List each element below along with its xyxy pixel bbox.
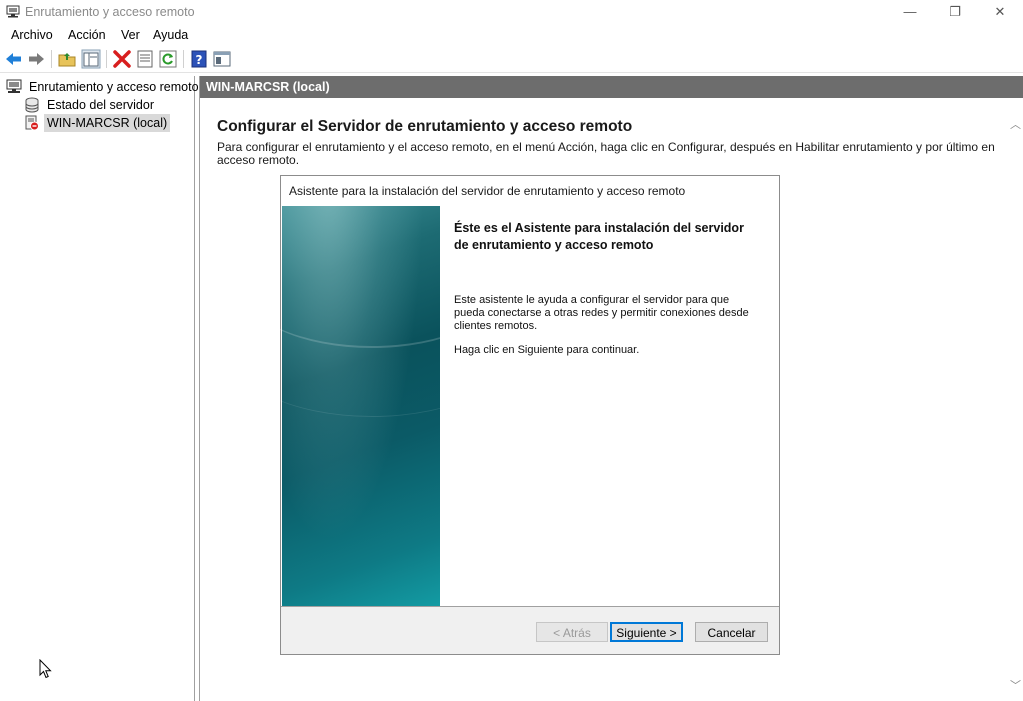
refresh-icon[interactable] bbox=[158, 49, 178, 69]
minimize-button[interactable]: — bbox=[887, 0, 933, 24]
window-title: Enrutamiento y acceso remoto bbox=[25, 5, 195, 19]
wizard-heading: Éste es el Asistente para instalación de… bbox=[454, 221, 744, 252]
vertical-scrollbar[interactable]: ︿ ﹀ bbox=[1007, 98, 1023, 701]
delete-icon[interactable] bbox=[112, 49, 132, 69]
svg-text:?: ? bbox=[196, 53, 203, 67]
menu-ver[interactable]: Ver bbox=[121, 28, 140, 42]
tree-root-label: Enrutamiento y acceso remoto bbox=[29, 80, 199, 94]
title-bar: Enrutamiento y acceso remoto — ❐ ✕ bbox=[0, 0, 1023, 24]
back-icon[interactable] bbox=[4, 49, 24, 69]
result-pane-header-label: WIN-MARCSR (local) bbox=[206, 80, 330, 94]
page-title: Configurar el Servidor de enrutamiento y… bbox=[217, 118, 633, 135]
toolbar-separator bbox=[106, 50, 107, 68]
forward-icon[interactable] bbox=[26, 49, 46, 69]
wizard-banner-image bbox=[222, 206, 522, 606]
server-status-icon bbox=[25, 97, 39, 113]
console-icon[interactable] bbox=[212, 49, 232, 69]
tree-item-label: Estado del servidor bbox=[47, 98, 155, 112]
menu-accion[interactable]: Acción bbox=[68, 28, 106, 42]
wizard-title: Asistente para la instalación del servid… bbox=[289, 184, 686, 198]
wizard-instruction: Haga clic en Siguiente para continuar. bbox=[454, 344, 640, 356]
back-button[interactable]: < Atrás bbox=[536, 622, 608, 642]
setup-wizard: Asistente para la instalación del servid… bbox=[222, 175, 780, 655]
menu-archivo[interactable]: Archivo bbox=[11, 28, 53, 42]
toolbar-separator bbox=[183, 50, 184, 68]
properties-icon[interactable] bbox=[135, 49, 155, 69]
page-description: Para configurar el enrutamiento y el acc… bbox=[217, 140, 995, 167]
show-hide-tree-icon[interactable] bbox=[81, 49, 101, 69]
mouse-cursor-icon bbox=[39, 659, 52, 679]
restore-button[interactable]: ❐ bbox=[932, 0, 978, 24]
console-tree: Enrutamiento y acceso remoto Estado del … bbox=[0, 76, 199, 701]
scroll-down-icon[interactable]: ﹀ bbox=[1010, 677, 1021, 693]
up-folder-icon[interactable] bbox=[57, 49, 77, 69]
cancel-button[interactable]: Cancelar bbox=[695, 622, 768, 642]
tree-item-label: WIN-MARCSR (local) bbox=[44, 114, 171, 132]
menu-bar: Archivo Acción Ver Ayuda bbox=[0, 24, 1023, 46]
close-button[interactable]: ✕ bbox=[977, 0, 1023, 24]
routing-root-icon bbox=[6, 79, 22, 93]
help-icon[interactable]: ? bbox=[189, 49, 209, 69]
toolbar-separator bbox=[51, 50, 52, 68]
wizard-description: Este asistente le ayuda a configurar el … bbox=[454, 294, 749, 332]
menu-ayuda[interactable]: Ayuda bbox=[153, 28, 188, 42]
server-down-icon bbox=[25, 115, 39, 131]
scroll-up-icon[interactable]: ︿ bbox=[1010, 116, 1021, 132]
toolbar: ? bbox=[0, 46, 1023, 73]
result-pane-header: WIN-MARCSR (local) bbox=[200, 76, 1023, 98]
next-button[interactable]: Siguiente > bbox=[610, 622, 683, 642]
routing-app-icon bbox=[6, 5, 20, 18]
